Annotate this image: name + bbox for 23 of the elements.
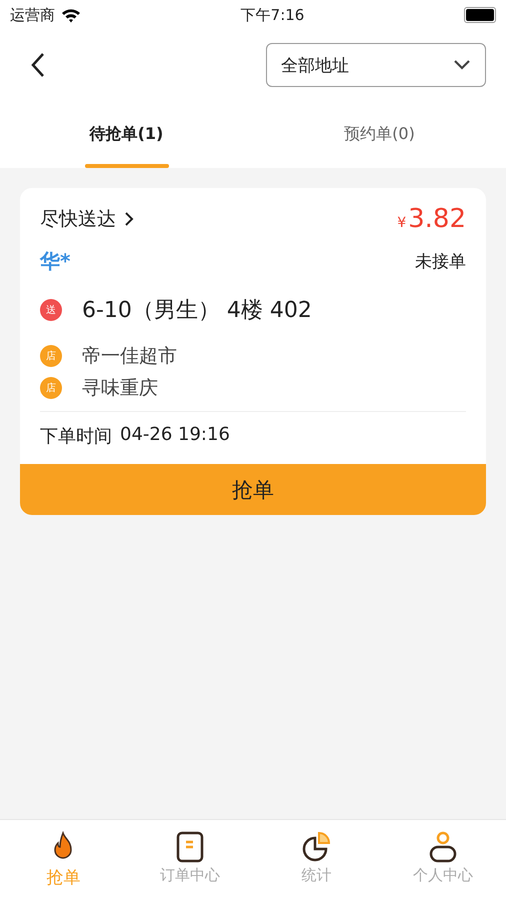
order-time-label: 下单时间 (40, 425, 112, 448)
tab[interactable]: 待抢单(1) (0, 100, 253, 168)
clock-label: 下午7:16 (240, 6, 304, 24)
delivery-badge: 送 (40, 299, 62, 321)
shop-badge: 店 (40, 345, 62, 367)
customer-name: 华* (40, 248, 70, 275)
delivery-address: 6-10（男生） 4楼 402 (82, 297, 312, 325)
shop-name: 寻味重庆 (82, 376, 158, 401)
battery-icon (464, 7, 496, 23)
currency-symbol: ¥ (397, 215, 406, 231)
carrier-label: 运营商 (10, 6, 55, 24)
wifi-icon (61, 8, 81, 22)
order-time: 04-26 19:16 (120, 424, 230, 447)
order-status: 未接单 (415, 251, 466, 273)
shop-badge: 店 (40, 377, 62, 399)
shop-name: 帝一佳超市 (82, 344, 177, 369)
tab[interactable]: 预约单(0) (253, 100, 506, 168)
delivery-type: 尽快送达 (40, 207, 116, 232)
chevron-down-icon (453, 59, 471, 71)
address-dropdown[interactable]: 全部地址 (266, 43, 486, 87)
grab-order-button[interactable]: 抢单 (20, 464, 486, 515)
price: 3.82 (408, 204, 466, 234)
chevron-right-icon[interactable] (124, 211, 134, 227)
